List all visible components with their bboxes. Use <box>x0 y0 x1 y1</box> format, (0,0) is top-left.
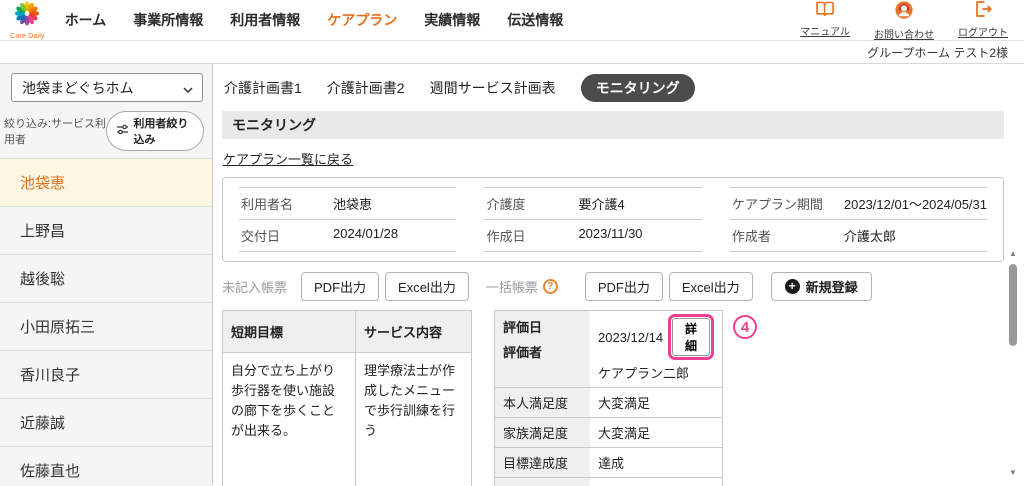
report-toolbar: 未記入帳票 PDF出力 Excel出力 一括帳票 ? PDF出力 Excel出力… <box>222 272 1004 301</box>
list-item-user[interactable]: 越後聡 <box>0 255 212 303</box>
batch-report-label: 一括帳票 <box>485 280 538 295</box>
care-plan-info-box: 利用者名 池袋恵 交付日 2024/01/28 介護度 要介護4 作成日 202… <box>222 177 1004 262</box>
utility-links: マニュアル お問い合わせ ログアウト <box>800 0 1008 41</box>
account-name: グループホーム テスト2様 <box>867 45 1008 60</box>
tab-monitoring[interactable]: モニタリング <box>580 74 695 102</box>
info-label: 作成日 <box>486 229 526 244</box>
row-value: 大変満足 <box>598 396 651 411</box>
excel-export-button[interactable]: Excel出力 <box>385 272 469 301</box>
logout-link[interactable]: ログアウト <box>958 0 1008 41</box>
contact-link[interactable]: お問い合わせ <box>874 0 934 41</box>
sub-header: グループホーム テスト2様 <box>0 41 1024 64</box>
list-item-user[interactable]: 池袋恵 <box>0 159 212 207</box>
info-value: 2023/12/01〜2024/05/31 <box>843 197 988 212</box>
list-item-user[interactable]: 佐藤直也 <box>0 447 212 486</box>
detail-button[interactable]: 詳細 <box>672 318 710 356</box>
short-term-goal-text: 自分で立ち上がり歩行器を使い施設の廊下を歩くことが出来る。 <box>223 353 356 486</box>
info-label: 利用者名 <box>241 197 294 212</box>
column-header-short-term-goal: 短期目標 <box>223 311 356 352</box>
logout-icon <box>974 0 993 23</box>
contact-headset-icon <box>894 0 914 25</box>
facility-select[interactable]: 池袋まどぐちホム <box>11 73 203 102</box>
chevron-down-icon <box>183 80 193 96</box>
goal-service-table: 短期目標 サービス内容 自分で立ち上がり歩行器を使い施設の廊下を歩くことが出来る… <box>222 310 472 486</box>
row-label: 新しい生活の課題 <box>495 478 590 486</box>
batch-pdf-export-button[interactable]: PDF出力 <box>584 272 663 301</box>
detail-annotation-highlight: 詳細 <box>668 314 714 360</box>
row-value: 大変満足 <box>598 426 651 441</box>
pdf-export-button[interactable]: PDF出力 <box>301 272 380 301</box>
row-label: 目標達成度 <box>495 448 590 477</box>
evaluation-table: 評価日 評価者 2023/12/14 詳細 ケアプラン二郎 本人満足度 大変満足… <box>494 310 723 486</box>
info-label: 交付日 <box>241 229 281 244</box>
info-value: 要介護4 <box>578 197 625 212</box>
user-filter-button[interactable]: 利用者絞り込み <box>106 111 204 151</box>
nav-item-user-info[interactable]: 利用者情報 <box>230 10 300 30</box>
row-label: 本人満足度 <box>495 388 590 417</box>
care-plan-tabs: 介護計画書1 介護計画書2 週間サービス計画表 モニタリング <box>224 74 1004 102</box>
manual-book-icon <box>815 0 835 22</box>
info-label: 作成者 <box>731 229 771 244</box>
help-icon[interactable]: ? <box>542 279 558 294</box>
vertical-scrollbar[interactable] <box>1006 250 1020 477</box>
new-registration-button[interactable]: 新規登録 <box>770 272 872 301</box>
list-item-user[interactable]: 香川良子 <box>0 351 212 399</box>
main-nav: ホーム 事業所情報 利用者情報 ケアプラン 実績情報 伝送情報 <box>65 10 564 30</box>
row-label: 家族満足度 <box>495 418 590 447</box>
evaluation-date-value: 2023/12/14 <box>598 329 664 345</box>
filter-description-label: 絞り込み:サービス利用者 <box>4 118 107 146</box>
filter-sliders-icon <box>116 124 129 138</box>
plus-circle-icon <box>784 279 800 294</box>
tab-weekly-service-plan[interactable]: 週間サービス計画表 <box>430 78 556 98</box>
scrollbar-thumb[interactable] <box>1009 264 1017 346</box>
tab-care-plan-2[interactable]: 介護計画書2 <box>327 78 405 98</box>
list-item-user[interactable]: 近藤誠 <box>0 399 212 447</box>
tab-care-plan-1[interactable]: 介護計画書1 <box>224 78 302 98</box>
user-filter-button-label: 利用者絞り込み <box>133 118 189 146</box>
new-registration-button-label: 新規登録 <box>805 280 858 295</box>
nav-item-transmission[interactable]: 伝送情報 <box>507 10 563 30</box>
row-value: 達成 <box>598 456 625 471</box>
info-value: 2024/01/28 <box>333 226 399 241</box>
manual-link[interactable]: マニュアル <box>800 0 850 41</box>
nav-item-office-info[interactable]: 事業所情報 <box>133 10 203 30</box>
nav-item-home[interactable]: ホーム <box>65 10 107 30</box>
info-label: ケアプラン期間 <box>731 197 823 212</box>
nav-item-care-plan[interactable]: ケアプラン <box>327 10 397 30</box>
scrollbar-up-arrow[interactable] <box>1009 250 1017 258</box>
evaluator-value: ケアプラン二郎 <box>598 366 690 381</box>
evaluation-date-label: 評価日 <box>503 320 543 335</box>
row-value: なし <box>590 478 722 486</box>
main-content: 介護計画書1 介護計画書2 週間サービス計画表 モニタリング モニタリング ケア… <box>213 64 1024 486</box>
app-logo[interactable]: Care Daily <box>10 0 45 40</box>
brand-name: Care Daily <box>10 33 45 40</box>
list-item-user[interactable]: 上野昌 <box>0 207 212 255</box>
logout-link-label: ログアウト <box>958 27 1008 39</box>
list-item-user[interactable]: 小田原拓三 <box>0 303 212 351</box>
nav-item-results[interactable]: 実績情報 <box>424 10 480 30</box>
manual-link-label: マニュアル <box>800 26 850 38</box>
evaluator-label: 評価者 <box>503 345 543 360</box>
batch-excel-export-button[interactable]: Excel出力 <box>668 272 753 301</box>
info-value: 池袋恵 <box>333 197 373 212</box>
info-label: 介護度 <box>486 197 526 212</box>
app-header: Care Daily ホーム 事業所情報 利用者情報 ケアプラン 実績情報 伝送… <box>0 0 1024 41</box>
contact-link-label: お問い合わせ <box>874 29 934 41</box>
page-title: モニタリング <box>222 111 1004 139</box>
unfilled-report-label: 未記入帳票 <box>222 280 288 295</box>
scrollbar-down-arrow[interactable] <box>1009 469 1017 477</box>
back-to-care-plan-list-link[interactable]: ケアプラン一覧に戻る <box>223 149 353 168</box>
column-header-service-content: サービス内容 <box>364 325 443 340</box>
info-value: 介護太郎 <box>843 229 896 244</box>
annotation-number-4: 4 <box>733 315 757 339</box>
user-list: 池袋恵 上野昌 越後聡 小田原拓三 香川良子 近藤誠 佐藤直也 <box>0 158 212 486</box>
info-value: 2023/11/30 <box>578 226 643 241</box>
care-daily-flower-icon <box>10 0 44 32</box>
sidebar: 池袋まどぐちホム 絞り込み:サービス利用者 利用者絞り込み 池袋恵 上野昌 越後… <box>0 64 213 486</box>
service-content-text: 理学療法士が作成したメニューで歩行訓練を行う <box>364 363 456 439</box>
facility-select-value: 池袋まどぐちホム <box>22 79 134 96</box>
